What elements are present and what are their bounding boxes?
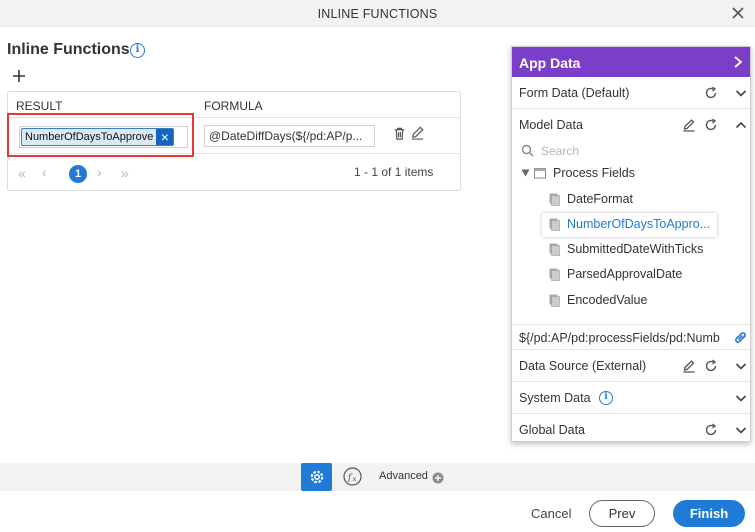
app-data-title: App Data xyxy=(519,55,581,71)
section-label: System Data xyxy=(519,391,591,405)
finish-button[interactable]: Finish xyxy=(673,500,745,527)
section-global-data[interactable]: Global Data xyxy=(512,414,750,446)
first-page-icon[interactable]: « xyxy=(18,165,26,181)
settings-button[interactable] xyxy=(301,463,332,491)
selected-path: ${/pd:AP/pd:processFields/pd:Numb xyxy=(519,331,720,345)
advanced-button[interactable]: Advanced xyxy=(379,470,444,484)
edit-icon[interactable] xyxy=(410,125,425,140)
remove-token-icon[interactable]: × xyxy=(156,129,174,145)
advanced-label: Advanced xyxy=(379,470,428,482)
close-icon[interactable] xyxy=(730,5,746,21)
delete-icon[interactable] xyxy=(392,126,407,141)
column-header-result: RESULT xyxy=(16,99,63,113)
section-data-source[interactable]: Data Source (External) xyxy=(512,350,750,382)
chevron-down-icon[interactable] xyxy=(734,86,748,100)
section-label: Form Data (Default) xyxy=(519,86,630,100)
tree-field-encodedvalue[interactable]: EncodedValue xyxy=(567,293,647,307)
svg-text:x: x xyxy=(353,475,357,483)
result-token: NumberOfDaysToApprove × xyxy=(21,128,175,146)
chevron-right-icon[interactable] xyxy=(732,55,744,69)
column-header-formula: FORMULA xyxy=(204,99,263,113)
info-icon[interactable]: i xyxy=(599,391,613,405)
selected-path-bar: ${/pd:AP/pd:processFields/pd:Numb xyxy=(512,324,750,350)
fx-icon[interactable]: f x xyxy=(343,467,362,486)
refresh-icon[interactable] xyxy=(704,359,718,373)
window-title: INLINE FUNCTIONS xyxy=(317,7,438,21)
search-icon xyxy=(521,144,534,157)
info-icon[interactable]: i xyxy=(130,43,145,58)
field-icon xyxy=(549,268,560,281)
functions-grid: RESULT FORMULA NumberOfDaysToApprove × @… xyxy=(7,91,461,191)
section-system-data[interactable]: System Data i xyxy=(512,382,750,414)
field-icon xyxy=(549,243,560,256)
title-bar: INLINE FUNCTIONS xyxy=(0,0,755,27)
tree-field-parsedapprovaldate[interactable]: ParsedApprovalDate xyxy=(567,267,682,281)
chevron-up-icon[interactable] xyxy=(734,118,748,132)
app-data-panel: App Data Form Data (Default) Model Data xyxy=(511,46,751,442)
field-icon xyxy=(549,193,560,206)
result-token-label: NumberOfDaysToApprove xyxy=(25,131,154,143)
section-label: Global Data xyxy=(519,423,586,437)
field-icon xyxy=(549,294,560,307)
field-icon xyxy=(549,218,560,231)
items-info: 1 - 1 of 1 items xyxy=(354,165,434,179)
refresh-icon[interactable] xyxy=(704,118,718,132)
section-label[interactable]: Model Data xyxy=(519,118,583,132)
refresh-icon[interactable] xyxy=(704,86,718,100)
prev-page-icon[interactable]: ‹ xyxy=(42,164,47,180)
tree-field-dateformat[interactable]: DateFormat xyxy=(567,192,633,206)
current-page[interactable]: 1 xyxy=(69,165,87,183)
folder-icon xyxy=(534,168,546,179)
tree-field-numberofdaystoapprove[interactable]: NumberOfDaysToAppro... xyxy=(567,217,710,231)
plus-circle-icon xyxy=(432,472,444,484)
edit-icon[interactable] xyxy=(682,118,696,132)
tree-caret-icon[interactable] xyxy=(521,169,530,177)
search-input[interactable]: Search xyxy=(541,144,579,158)
formula-field[interactable]: @DateDiffDays(${/pd:AP/p... xyxy=(204,125,375,147)
chevron-down-icon[interactable] xyxy=(734,359,748,373)
result-field[interactable]: NumberOfDaysToApprove × xyxy=(19,126,188,148)
add-row-button[interactable] xyxy=(11,68,27,84)
link-icon[interactable] xyxy=(733,330,748,345)
last-page-icon[interactable]: » xyxy=(121,165,129,181)
section-label: Data Source (External) xyxy=(519,359,647,373)
page-title-text: Inline Functions xyxy=(7,41,130,58)
tree-root-process-fields[interactable]: Process Fields xyxy=(553,166,635,180)
prev-button[interactable]: Prev xyxy=(589,500,655,527)
refresh-icon[interactable] xyxy=(704,423,718,437)
page-title: Inline Functions i xyxy=(7,41,145,59)
bottom-toolbar xyxy=(0,463,755,491)
app-data-header[interactable]: App Data xyxy=(512,47,750,77)
cancel-button[interactable]: Cancel xyxy=(531,506,571,521)
section-form-data[interactable]: Form Data (Default) xyxy=(512,77,750,109)
gear-icon xyxy=(310,470,324,484)
search-box[interactable]: Search xyxy=(519,142,744,160)
chevron-down-icon[interactable] xyxy=(734,391,748,405)
tree-field-submitteddatewithticks[interactable]: SubmittedDateWithTicks xyxy=(567,242,703,256)
edit-icon[interactable] xyxy=(682,359,696,373)
chevron-down-icon[interactable] xyxy=(734,423,748,437)
next-page-icon[interactable]: › xyxy=(97,164,102,180)
